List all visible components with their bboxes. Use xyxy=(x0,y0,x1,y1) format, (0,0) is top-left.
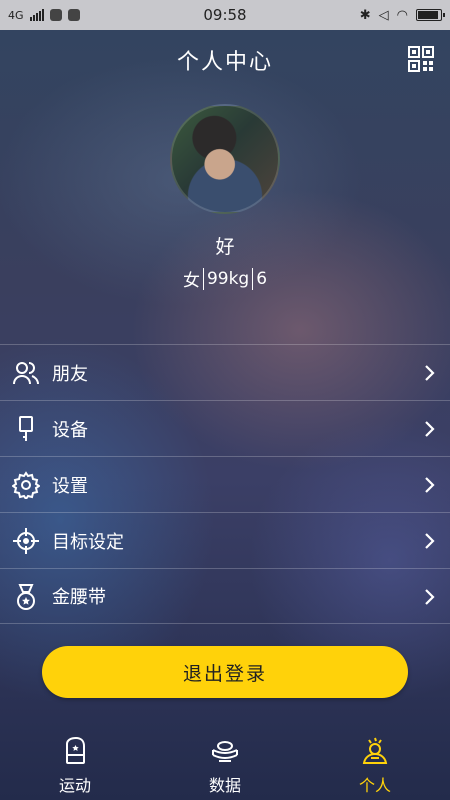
menu-item-label: 金腰带 xyxy=(52,587,106,608)
menu-item-label: 目标设定 xyxy=(52,531,124,553)
tab-data[interactable]: 数据 xyxy=(150,730,300,800)
menu-item-label: 朋友 xyxy=(52,363,88,385)
tab-profile[interactable]: 个人 xyxy=(300,730,450,800)
chevron-right-icon xyxy=(425,589,435,605)
battery-icon xyxy=(416,9,445,21)
target-icon xyxy=(13,528,39,554)
tab-label: 个人 xyxy=(358,776,391,795)
user-extra: 6 xyxy=(256,268,268,289)
chevron-right-icon xyxy=(425,533,435,549)
user-stats: 女 99kg 6 xyxy=(0,266,450,291)
status-bar: 4G 09:58 ✱ ◁ ◠ xyxy=(0,0,450,30)
menu-item-label: 设置 xyxy=(52,475,88,497)
avatar[interactable] xyxy=(170,104,280,214)
friends-icon xyxy=(13,362,39,385)
menu-item-device[interactable]: 设备 xyxy=(0,400,450,456)
mute-icon: ◁ xyxy=(378,7,389,23)
boxing-glove-icon xyxy=(66,736,85,764)
chevron-right-icon xyxy=(425,421,435,437)
menu-item-target[interactable]: 目标设定 xyxy=(0,512,450,568)
menu-item-friends[interactable]: 朋友 xyxy=(0,344,450,400)
chevron-right-icon xyxy=(425,365,435,381)
page-title: 个人中心 xyxy=(176,50,273,75)
menu-item-golden-belt[interactable]: 金腰带 xyxy=(0,568,450,624)
data-belt-icon xyxy=(212,741,238,762)
stats-divider xyxy=(252,267,254,290)
user-nickname: 好 xyxy=(215,236,235,258)
user-gender: 女 xyxy=(182,271,200,291)
tab-sport[interactable]: 运动 xyxy=(0,730,150,800)
menu-item-settings[interactable]: 设置 xyxy=(0,456,450,512)
tab-label: 运动 xyxy=(58,776,91,795)
menu-item-label: 设备 xyxy=(52,419,88,441)
tab-label: 数据 xyxy=(208,776,241,795)
logout-button[interactable]: 退出登录 xyxy=(42,646,408,698)
device-icon xyxy=(19,416,33,441)
wifi-icon: ◠ xyxy=(396,7,408,23)
bluetooth-icon: ✱ xyxy=(359,7,371,23)
medal-icon xyxy=(17,584,35,610)
settings-menu: 朋友 设备 设置 目标设定 金腰带 xyxy=(0,344,450,624)
gear-icon xyxy=(12,471,40,499)
bottom-tab-bar: 运动 数据 个人 xyxy=(0,730,450,800)
qr-code-icon[interactable] xyxy=(408,46,434,72)
stats-divider xyxy=(202,267,204,290)
chevron-right-icon xyxy=(425,477,435,493)
person-icon xyxy=(362,737,388,764)
user-weight: 99kg xyxy=(206,268,250,289)
status-right: ✱ ◁ ◠ xyxy=(359,0,445,30)
